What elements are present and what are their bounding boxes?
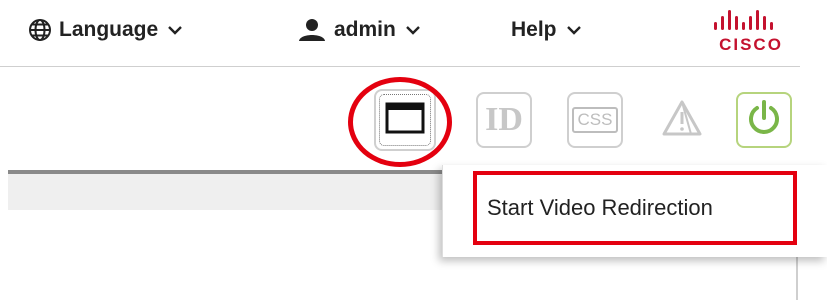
language-menu[interactable]: Language (28, 18, 183, 42)
cisco-bars-icon (714, 10, 773, 30)
warning-icon (661, 99, 703, 142)
chevron-down-icon (405, 24, 421, 36)
css-icon: CSS (571, 107, 619, 133)
power-button[interactable] (736, 92, 792, 148)
user-menu[interactable]: admin (297, 18, 421, 42)
user-label: admin (334, 18, 396, 41)
help-menu[interactable]: Help (511, 18, 582, 42)
user-icon (297, 18, 327, 42)
warning-button[interactable] (654, 92, 710, 148)
header-divider (0, 66, 800, 67)
id-icon: ID (485, 101, 523, 138)
chevron-down-icon (167, 24, 183, 36)
cisco-logo: CISCO (706, 10, 796, 60)
video-redirection-dropdown: Start Video Redirection (442, 165, 827, 257)
logo-text: CISCO (719, 35, 783, 54)
chevron-down-icon (566, 24, 582, 36)
start-video-redirection-menu-item[interactable]: Start Video Redirection (473, 171, 797, 245)
window-icon (385, 102, 425, 139)
id-button[interactable]: ID (476, 92, 532, 148)
top-bar: Language admin Help CISCO (0, 0, 827, 66)
help-label: Help (511, 18, 557, 41)
language-label: Language (59, 18, 159, 41)
video-redirection-button[interactable] (374, 89, 436, 151)
globe-icon (28, 18, 52, 42)
power-icon (745, 99, 783, 142)
css-button[interactable]: CSS (567, 92, 623, 148)
menu-item-label: Start Video Redirection (487, 195, 713, 220)
content-header-bar (8, 170, 468, 210)
